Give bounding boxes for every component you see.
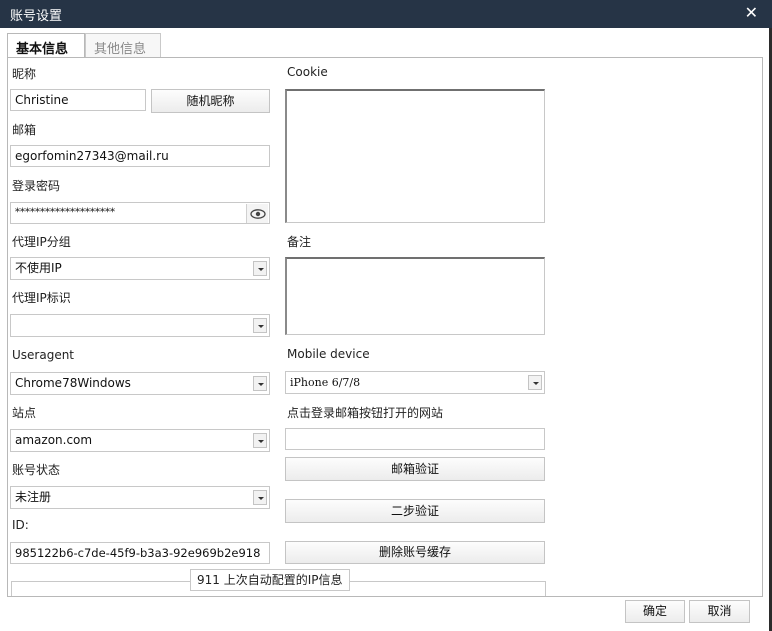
- useragent-select[interactable]: Chrome78Windows: [10, 372, 270, 395]
- useragent-value: Chrome78Windows: [15, 376, 131, 390]
- eye-icon[interactable]: [246, 204, 268, 223]
- account-status-label: 账号状态: [12, 463, 61, 477]
- window-title: 账号设置: [10, 9, 63, 24]
- chevron-down-icon[interactable]: [253, 376, 267, 391]
- mobile-device-value: iPhone 6/7/8: [290, 376, 361, 389]
- site-label: 站点: [12, 406, 37, 420]
- chevron-down-icon[interactable]: [253, 490, 267, 505]
- proxy-group-label: 代理IP分组: [12, 235, 71, 249]
- proxy-tag-select[interactable]: [10, 314, 270, 337]
- tab-basic-info[interactable]: 基本信息: [7, 33, 85, 57]
- delete-cache-button[interactable]: 删除账号缓存: [285, 541, 545, 564]
- remark-label: 备注: [287, 235, 312, 249]
- password-input[interactable]: ********************: [10, 202, 270, 224]
- mobile-device-select[interactable]: iPhone 6/7/8: [285, 371, 545, 394]
- account-status-value: 未注册: [15, 490, 52, 504]
- password-label: 登录密码: [12, 179, 61, 193]
- close-icon[interactable]: ✕: [745, 4, 758, 22]
- cancel-button[interactable]: 取消: [689, 600, 750, 623]
- title-bar: 账号设置 ✕: [0, 0, 772, 28]
- site-select[interactable]: amazon.com: [10, 429, 270, 452]
- proxy-group-select[interactable]: 不使用IP: [10, 257, 270, 280]
- nickname-label: 昵称: [12, 67, 37, 81]
- basic-info-panel: 昵称 Christine 随机昵称 邮箱 egorfomin27343@mail…: [7, 57, 763, 597]
- cookie-textarea[interactable]: [285, 89, 545, 223]
- mobile-device-label: Mobile device: [287, 347, 370, 361]
- proxy-group-value: 不使用IP: [15, 261, 62, 275]
- chevron-down-icon[interactable]: [253, 261, 267, 276]
- random-nickname-button[interactable]: 随机昵称: [151, 89, 270, 113]
- two-step-verify-button[interactable]: 二步验证: [285, 499, 545, 523]
- email-input[interactable]: egorfomin27343@mail.ru: [10, 145, 270, 167]
- account-status-select[interactable]: 未注册: [10, 486, 270, 509]
- useragent-label: Useragent: [12, 348, 75, 362]
- id-label: ID:: [12, 518, 29, 532]
- proxy-tag-label: 代理IP标识: [12, 291, 71, 305]
- site-value: amazon.com: [15, 433, 93, 447]
- dialog-footer: 确定 取消: [0, 597, 769, 631]
- ip-info-legend: 911 上次自动配置的IP信息: [190, 569, 350, 591]
- tab-other-info[interactable]: 其他信息: [85, 33, 161, 57]
- id-field[interactable]: 985122b6-c7de-45f9-b3a3-92e969b2e918: [10, 542, 270, 564]
- remark-textarea[interactable]: [285, 257, 545, 335]
- chevron-down-icon[interactable]: [528, 375, 542, 390]
- email-verify-button[interactable]: 邮箱验证: [285, 457, 545, 481]
- chevron-down-icon[interactable]: [253, 433, 267, 448]
- ok-button[interactable]: 确定: [625, 600, 685, 623]
- nickname-input[interactable]: Christine: [10, 89, 146, 111]
- chevron-down-icon[interactable]: [253, 318, 267, 333]
- email-label: 邮箱: [12, 123, 37, 137]
- login-site-label: 点击登录邮箱按钮打开的网站: [287, 406, 444, 420]
- login-site-input[interactable]: [285, 428, 545, 450]
- password-value: ********************: [15, 207, 115, 218]
- cookie-label: Cookie: [287, 65, 328, 79]
